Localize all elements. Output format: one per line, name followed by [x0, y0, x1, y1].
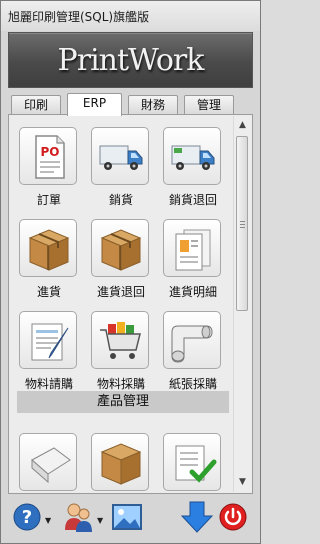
purchase-button[interactable]: 進貨	[17, 217, 81, 301]
download-arrow-icon[interactable]	[180, 500, 214, 534]
product-management-section-title: 產品管理	[17, 391, 229, 413]
module-tabs: 印刷 ERP 財務 管理	[11, 93, 234, 116]
sales-return-label: 銷貨退回	[168, 193, 217, 207]
sales-return-button[interactable]: 銷貨退回	[161, 125, 225, 209]
help-dropdown-icon[interactable]: ▼	[45, 516, 51, 525]
box-icon	[19, 219, 77, 277]
paper-roll-icon	[19, 433, 77, 491]
purchase-return-button[interactable]: 進貨退回	[89, 217, 153, 301]
users-dropdown-icon[interactable]: ▼	[97, 516, 103, 525]
delivery-truck-icon	[91, 127, 149, 185]
checklist-icon	[163, 433, 221, 491]
title-bar[interactable]: 旭麗印刷管理(SQL)旗艦版	[1, 1, 260, 31]
paper-roll-icon	[163, 311, 221, 369]
users-icon[interactable]	[62, 500, 96, 534]
material-request-button[interactable]: 物料請購	[17, 309, 81, 393]
help-icon[interactable]: ?	[12, 500, 46, 534]
logo-banner: PrintWork	[8, 32, 253, 88]
svg-text:?: ?	[22, 507, 32, 528]
printwork-logo: PrintWork	[57, 43, 205, 78]
erp-panel: PO 訂單 銷貨 銷貨退回 進貨 進貨退回 進貨明細 物料請購 物料採購 紙張採…	[8, 114, 253, 494]
scroll-down-icon[interactable]: ▼	[235, 475, 250, 490]
thumb-grip	[240, 221, 245, 228]
tab-admin[interactable]: 管理	[184, 95, 234, 115]
scroll-thumb[interactable]	[236, 136, 248, 311]
window-title: 旭麗印刷管理(SQL)旗艦版	[8, 10, 150, 24]
report-icon	[163, 219, 221, 277]
bottom-toolbar: ? ▼ ▼	[8, 496, 253, 540]
return-truck-icon	[163, 127, 221, 185]
purchase-detail-label: 進貨明細	[168, 285, 217, 299]
svg-text:PO: PO	[41, 145, 60, 159]
order-button[interactable]: PO 訂單	[17, 125, 81, 209]
tab-print[interactable]: 印刷	[11, 95, 61, 115]
box-icon	[91, 433, 149, 491]
scroll-up-icon[interactable]: ▲	[235, 118, 250, 133]
box-icon	[91, 219, 149, 277]
tab-finance[interactable]: 財務	[128, 95, 178, 115]
paper-purchase-label: 紙張採購	[168, 377, 217, 391]
shopping-cart-icon	[91, 311, 149, 369]
material-purchase-button[interactable]: 物料採購	[89, 309, 153, 393]
power-icon[interactable]	[216, 500, 250, 534]
form-edit-icon	[19, 311, 77, 369]
po-document-icon: PO	[19, 127, 77, 185]
paper-purchase-button[interactable]: 紙張採購	[161, 309, 225, 393]
tab-erp[interactable]: ERP	[67, 93, 122, 116]
sales-button[interactable]: 銷貨	[89, 125, 153, 209]
panel-scrollbar[interactable]: ▲ ▼	[233, 116, 251, 492]
picture-icon[interactable]	[110, 500, 144, 534]
app-window: 旭麗印刷管理(SQL)旗艦版 PrintWork 印刷 ERP 財務 管理 PO	[0, 0, 261, 544]
purchase-detail-button[interactable]: 進貨明細	[161, 217, 225, 301]
